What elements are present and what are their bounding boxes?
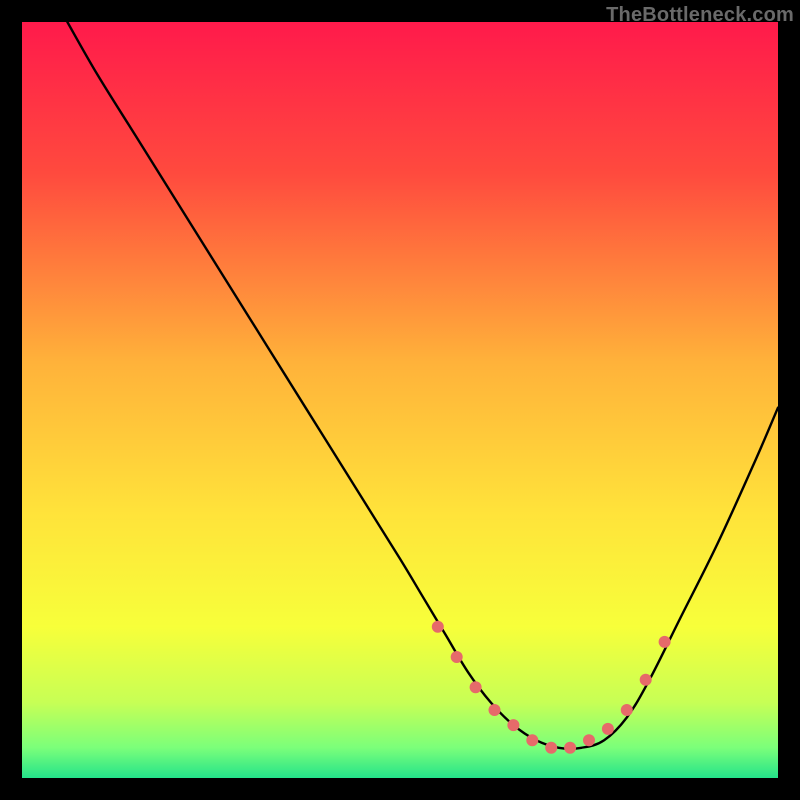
marker-point bbox=[432, 621, 444, 633]
watermark-text: TheBottleneck.com bbox=[606, 4, 794, 27]
marker-point bbox=[583, 734, 595, 746]
chart-svg bbox=[22, 22, 778, 778]
marker-point bbox=[470, 681, 482, 693]
marker-point bbox=[545, 742, 557, 754]
chart-frame bbox=[22, 22, 778, 778]
marker-point bbox=[526, 734, 538, 746]
marker-point bbox=[507, 719, 519, 731]
marker-point bbox=[659, 636, 671, 648]
marker-point bbox=[564, 742, 576, 754]
marker-point bbox=[602, 723, 614, 735]
marker-point bbox=[489, 704, 501, 716]
marker-point bbox=[621, 704, 633, 716]
marker-point bbox=[640, 674, 652, 686]
marker-point bbox=[451, 651, 463, 663]
